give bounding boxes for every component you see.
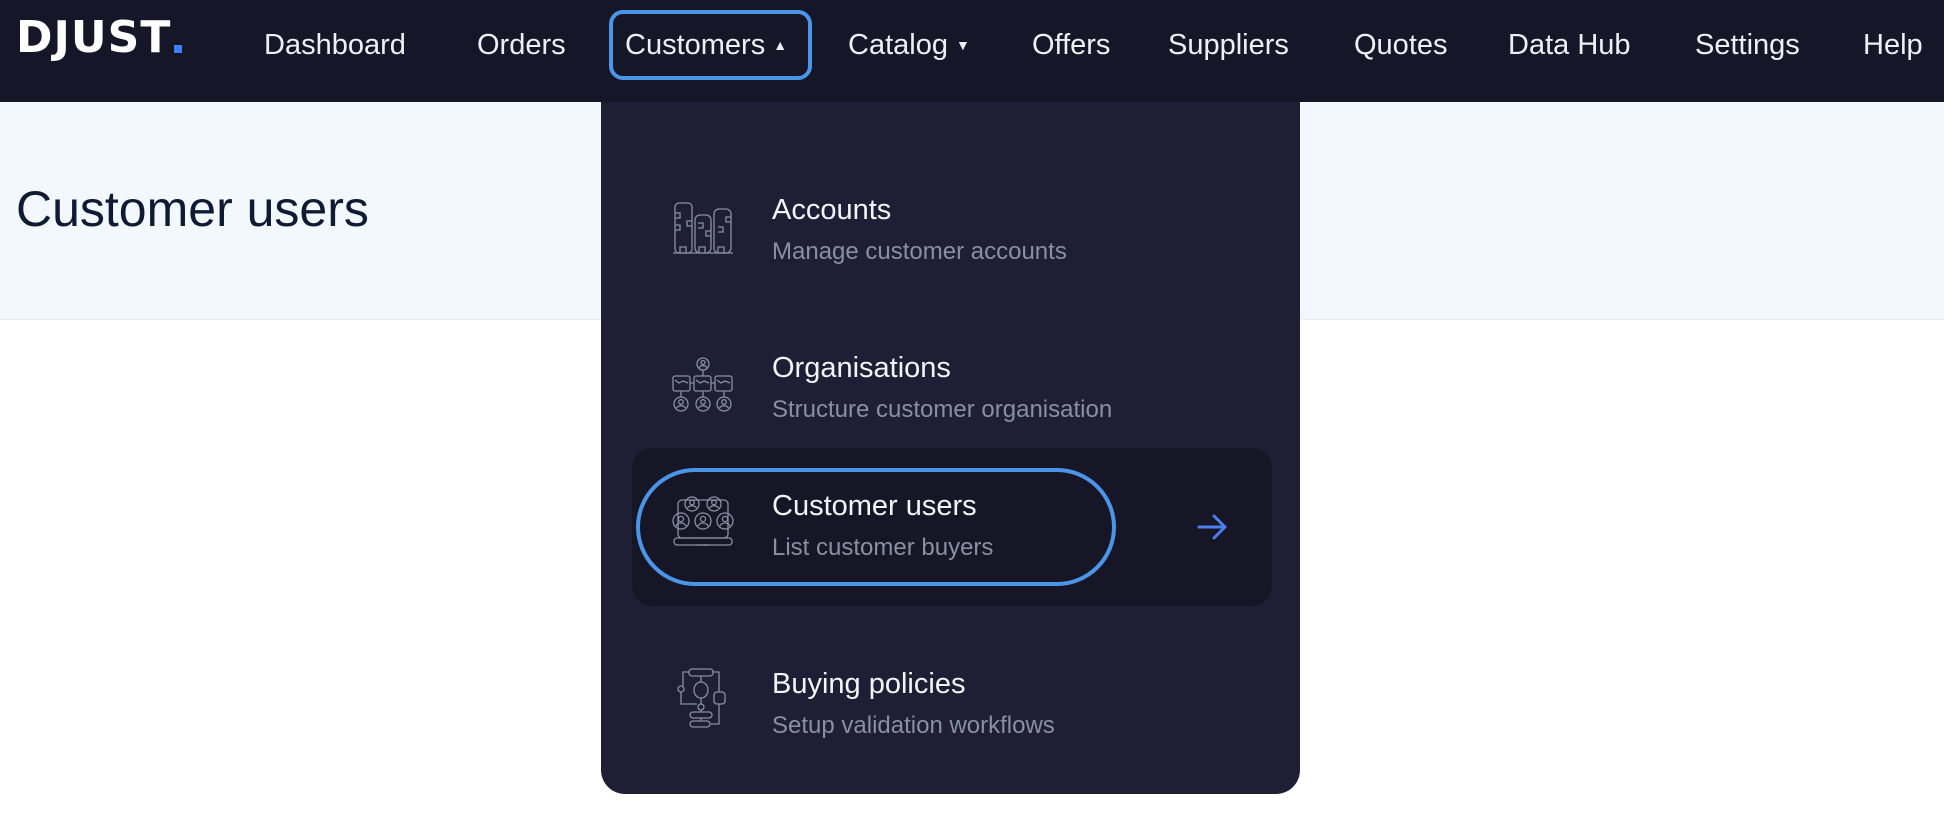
menu-item-description: List customer buyers — [772, 534, 994, 561]
caret-down-icon: ▼ — [955, 37, 970, 53]
nav-item-data-hub[interactable]: Data Hub — [1508, 10, 1631, 80]
nav-label: Customers — [625, 28, 766, 61]
nav-label: Dashboard — [264, 28, 406, 61]
djust-logo[interactable]: DJUST — [16, 12, 183, 63]
nav-item-catalog[interactable]: Catalog ▼ — [848, 10, 970, 80]
menu-item-description: Structure customer organisation — [772, 396, 1113, 423]
menu-item-accounts[interactable]: Accounts Manage customer accounts — [632, 152, 1272, 310]
menu-item-buying-policies[interactable]: Buying policies Setup validation workflo… — [632, 626, 1272, 784]
nav-item-settings[interactable]: Settings — [1695, 10, 1800, 80]
nav-item-dashboard[interactable]: Dashboard — [264, 10, 406, 80]
nav-item-offers[interactable]: Offers — [1032, 10, 1110, 80]
menu-item-title: Customer users — [772, 490, 977, 522]
nav-label: Suppliers — [1168, 28, 1289, 61]
nav-item-orders[interactable]: Orders — [477, 10, 566, 80]
logo-text: DJUST — [16, 12, 172, 63]
menu-item-customer-users[interactable]: Customer users List customer buyers — [632, 448, 1272, 606]
nav-item-quotes[interactable]: Quotes — [1354, 10, 1448, 80]
nav-label: Quotes — [1354, 28, 1448, 61]
page-title: Customer users — [16, 181, 369, 237]
top-navigation-bar: DJUST Dashboard Orders Customers ▲ Catalo… — [0, 0, 1944, 102]
menu-item-description: Setup validation workflows — [772, 712, 1055, 739]
menu-item-title: Accounts — [772, 194, 892, 226]
nav-label: Offers — [1032, 28, 1111, 61]
caret-up-icon: ▲ — [773, 37, 788, 53]
nav-label: Catalog — [848, 28, 948, 61]
menu-item-title: Organisations — [772, 352, 951, 384]
nav-label: Settings — [1695, 28, 1800, 61]
menu-item-description: Manage customer accounts — [772, 238, 1067, 265]
nav-item-suppliers[interactable]: Suppliers — [1168, 10, 1289, 80]
nav-item-customers[interactable]: Customers ▲ — [609, 10, 812, 80]
buildings-icon — [673, 202, 733, 254]
customers-dropdown-menu: Accounts Manage customer accounts Organi… — [601, 102, 1300, 794]
nav-label: Data Hub — [1508, 28, 1631, 61]
arrow-right-icon — [1197, 514, 1227, 540]
menu-item-title: Buying policies — [772, 668, 966, 700]
logo-dot — [174, 45, 183, 53]
org-chart-icon — [672, 357, 733, 412]
workflow-icon — [677, 668, 726, 728]
menu-item-organisations[interactable]: Organisations Structure customer organis… — [632, 310, 1272, 468]
nav-label: Orders — [477, 28, 566, 61]
users-laptop-icon — [672, 496, 734, 546]
nav-label: Help — [1863, 28, 1923, 61]
nav-item-help[interactable]: Help — [1863, 10, 1923, 80]
